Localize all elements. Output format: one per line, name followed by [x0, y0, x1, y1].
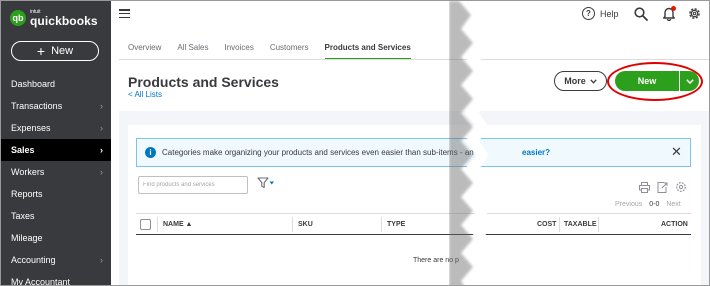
chevron-right-icon: ›	[100, 167, 103, 177]
sidebar-nav: Dashboard Transactions › Expenses › Sales ›…	[1, 73, 111, 286]
select-all-checkbox[interactable]	[140, 219, 151, 230]
quickbooks-logo[interactable]: qb intuit quickbooks	[10, 5, 98, 31]
sidebar-item-accounting[interactable]: Accounting ›	[1, 249, 111, 271]
chevron-right-icon: ›	[100, 123, 103, 133]
notification-badge	[671, 6, 676, 11]
sidebar: qb intuit quickbooks + New Dashboard Tra…	[1, 1, 111, 286]
tab-invoices[interactable]: Invoices	[224, 43, 253, 60]
column-header-taxable[interactable]: TAXABLE	[564, 221, 597, 228]
pagination: Previous 0-0 Next	[615, 201, 681, 208]
filter-icon[interactable]	[257, 177, 275, 189]
help-button[interactable]: ? Help	[582, 7, 619, 20]
all-lists-link[interactable]: < All Lists	[128, 90, 162, 99]
sidebar-item-mileage[interactable]: Mileage	[1, 227, 111, 249]
column-header-name[interactable]: NAME ▲	[163, 221, 192, 228]
logo-quickbooks-text: quickbooks	[30, 13, 98, 28]
sidebar-item-label: Mileage	[11, 233, 43, 243]
search-icon[interactable]	[634, 7, 648, 21]
sidebar-item-dashboard[interactable]: Dashboard	[1, 73, 111, 95]
sidebar-item-label: Reports	[11, 189, 43, 199]
page-title: Products and Services	[128, 74, 279, 90]
help-icon: ?	[582, 7, 595, 20]
column-header-cost[interactable]: COST	[537, 221, 556, 228]
banner-link[interactable]: easier?	[522, 148, 550, 157]
more-button[interactable]: More	[554, 71, 607, 91]
column-divider	[292, 217, 293, 232]
info-icon: i	[145, 147, 156, 158]
close-icon[interactable]: ✕	[671, 144, 682, 160]
column-divider	[157, 217, 158, 232]
all-lists-label: All Lists	[134, 90, 163, 99]
chevron-right-icon: ›	[100, 145, 103, 155]
sidebar-item-label: Accounting	[11, 255, 56, 265]
tab-all-sales[interactable]: All Sales	[177, 43, 208, 60]
torn-edge	[449, 1, 489, 285]
tab-customers[interactable]: Customers	[270, 43, 309, 60]
tab-divider	[119, 59, 709, 60]
sidebar-item-label: Expenses	[11, 123, 51, 133]
pagination-range: 0-0	[649, 201, 660, 208]
export-icon[interactable]	[657, 182, 668, 193]
sales-tabs: Overview All Sales Invoices Customers Pr…	[128, 43, 427, 60]
settings-icon[interactable]	[675, 181, 687, 193]
table-header: NAME ▲ SKU TYPE COST TAXABLE ACTION	[136, 213, 691, 235]
column-header-action: ACTION	[661, 221, 688, 228]
sidebar-item-label: Dashboard	[11, 79, 56, 89]
info-banner: i Categories make organizing your produc…	[136, 138, 691, 167]
sidebar-item-label: Transactions	[11, 101, 63, 111]
sidebar-item-my-accountant[interactable]: My Accountant	[1, 271, 111, 286]
highlight-circle	[607, 62, 703, 101]
help-label: Help	[600, 8, 619, 19]
search-input[interactable]	[138, 176, 248, 194]
hamburger-icon[interactable]	[119, 9, 130, 18]
gear-icon[interactable]	[687, 6, 702, 21]
column-header-sku[interactable]: SKU	[298, 221, 313, 228]
pagination-next[interactable]: Next	[666, 201, 680, 208]
sidebar-item-label: Sales	[11, 145, 35, 155]
plus-icon: +	[36, 43, 46, 59]
quickbooks-logo-icon: qb	[10, 10, 26, 26]
sidebar-new-label: New	[51, 45, 74, 57]
chevron-left-icon: <	[128, 90, 133, 99]
tab-overview[interactable]: Overview	[128, 43, 161, 60]
column-divider	[381, 217, 382, 232]
print-icon[interactable]	[639, 182, 650, 193]
banner-text: Categories make organizing your products…	[162, 148, 474, 157]
sidebar-item-workers[interactable]: Workers ›	[1, 161, 111, 183]
chevron-right-icon: ›	[100, 101, 103, 111]
app-window: qb intuit quickbooks + New Dashboard Tra…	[0, 0, 710, 286]
sidebar-item-sales[interactable]: Sales ›	[1, 139, 111, 161]
sidebar-item-label: Taxes	[11, 211, 35, 221]
sidebar-item-expenses[interactable]: Expenses ›	[1, 117, 111, 139]
chevron-right-icon: ›	[100, 255, 103, 265]
sidebar-item-reports[interactable]: Reports	[1, 183, 111, 205]
sidebar-item-label: Workers	[11, 167, 45, 177]
sidebar-new-button[interactable]: + New	[11, 41, 99, 61]
tab-products-and-services[interactable]: Products and Services	[324, 43, 411, 60]
column-header-type[interactable]: TYPE	[387, 221, 405, 228]
sidebar-item-transactions[interactable]: Transactions ›	[1, 95, 111, 117]
sidebar-item-label: My Accountant	[11, 277, 71, 286]
more-label: More	[564, 76, 586, 86]
chevron-down-icon	[590, 78, 597, 84]
column-divider	[598, 217, 599, 232]
pagination-previous[interactable]: Previous	[615, 201, 642, 208]
logo-text: intuit quickbooks	[30, 9, 98, 28]
column-divider	[559, 217, 560, 232]
sidebar-item-taxes[interactable]: Taxes	[1, 205, 111, 227]
